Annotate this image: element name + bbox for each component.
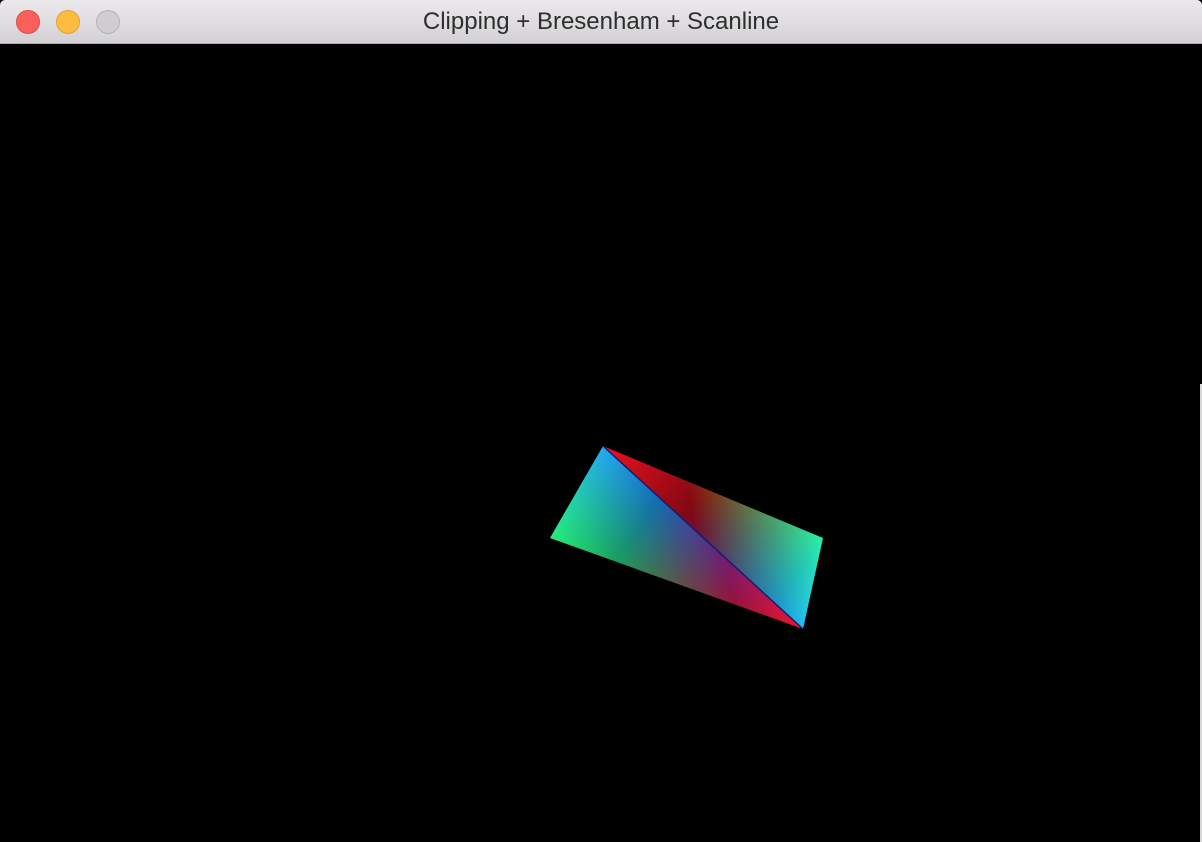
scene-svg [550, 445, 823, 630]
render-canvas[interactable] [0, 44, 1202, 842]
title-bar[interactable]: Clipping + Bresenham + Scanline [0, 0, 1202, 44]
window-title: Clipping + Bresenham + Scanline [422, 8, 780, 35]
app-window: Clipping + Bresenham + Scanline [0, 0, 1202, 842]
